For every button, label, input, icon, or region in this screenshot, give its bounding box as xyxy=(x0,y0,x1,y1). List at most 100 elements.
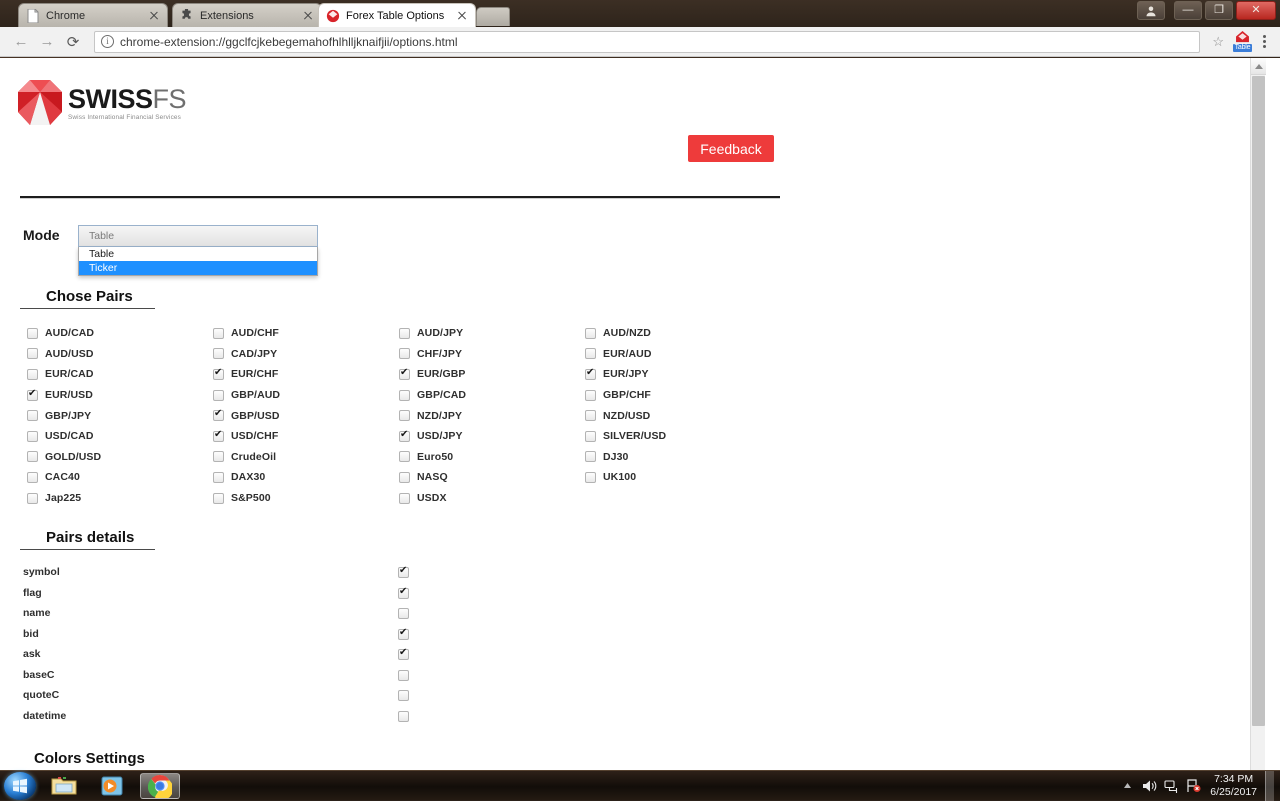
pair-item[interactable]: UK100 xyxy=(585,467,770,488)
pair-checkbox[interactable] xyxy=(213,431,224,442)
pair-checkbox[interactable] xyxy=(213,410,224,421)
pair-checkbox[interactable] xyxy=(399,390,410,401)
info-icon[interactable]: i xyxy=(101,35,114,48)
pair-checkbox[interactable] xyxy=(213,451,224,462)
minimize-icon[interactable]: — xyxy=(1174,1,1202,20)
mode-select[interactable]: Table xyxy=(78,225,318,247)
pair-item[interactable]: EUR/JPY xyxy=(585,364,770,385)
pair-checkbox[interactable] xyxy=(213,493,224,504)
pair-item[interactable]: USD/CAD xyxy=(27,426,212,447)
pair-item[interactable]: NZD/JPY xyxy=(399,405,584,426)
pair-item[interactable]: AUD/JPY xyxy=(399,323,584,344)
pair-item[interactable]: AUD/CAD xyxy=(27,323,212,344)
pair-item[interactable]: USDX xyxy=(399,488,584,509)
pair-item[interactable]: Jap225 xyxy=(27,488,212,509)
maximize-icon[interactable]: ❐ xyxy=(1205,1,1233,20)
pair-item[interactable]: DJ30 xyxy=(585,447,770,468)
pair-checkbox[interactable] xyxy=(213,390,224,401)
pair-checkbox[interactable] xyxy=(27,390,38,401)
pair-item[interactable]: GOLD/USD xyxy=(27,447,212,468)
user-profile-icon[interactable] xyxy=(1137,1,1165,20)
reload-icon[interactable]: ⟳ xyxy=(60,29,86,55)
pair-checkbox[interactable] xyxy=(399,410,410,421)
pair-item[interactable]: GBP/CHF xyxy=(585,385,770,406)
chevron-up-icon[interactable] xyxy=(1116,782,1138,789)
tab-chrome[interactable]: Chrome xyxy=(18,3,168,27)
pair-item[interactable]: GBP/AUD xyxy=(213,385,398,406)
pair-item[interactable]: GBP/CAD xyxy=(399,385,584,406)
pair-checkbox[interactable] xyxy=(585,472,596,483)
detail-checkbox[interactable] xyxy=(398,629,409,640)
tab-forex-table-options[interactable]: Forex Table Options xyxy=(318,3,476,27)
detail-checkbox[interactable] xyxy=(398,670,409,681)
address-bar[interactable]: i chrome-extension://ggclfcjkebegemahofh… xyxy=(94,31,1200,53)
back-arrow-icon[interactable]: ← xyxy=(8,29,34,55)
pair-item[interactable]: NASQ xyxy=(399,467,584,488)
windows-start-orb[interactable] xyxy=(4,772,36,800)
pair-item[interactable]: USD/JPY xyxy=(399,426,584,447)
pair-checkbox[interactable] xyxy=(399,472,410,483)
pair-checkbox[interactable] xyxy=(399,431,410,442)
three-dots-icon[interactable] xyxy=(1257,35,1272,48)
detail-checkbox[interactable] xyxy=(398,690,409,701)
mode-option-ticker[interactable]: Ticker xyxy=(79,261,317,275)
pair-item[interactable]: GBP/USD xyxy=(213,405,398,426)
pair-item[interactable]: S&P500 xyxy=(213,488,398,509)
detail-checkbox[interactable] xyxy=(398,608,409,619)
forward-arrow-icon[interactable]: → xyxy=(34,29,60,55)
pair-checkbox[interactable] xyxy=(585,328,596,339)
show-desktop-button[interactable] xyxy=(1265,771,1274,801)
tab-extensions[interactable]: Extensions xyxy=(172,3,322,27)
pair-checkbox[interactable] xyxy=(27,410,38,421)
scroll-up-button[interactable] xyxy=(1251,58,1266,75)
detail-checkbox[interactable] xyxy=(398,711,409,722)
pair-item[interactable]: AUD/NZD xyxy=(585,323,770,344)
pair-item[interactable]: NZD/USD xyxy=(585,405,770,426)
pair-checkbox[interactable] xyxy=(399,369,410,380)
speaker-icon[interactable] xyxy=(1138,779,1160,793)
pair-item[interactable]: AUD/USD xyxy=(27,344,212,365)
taskbar-clock[interactable]: 7:34 PM 6/25/2017 xyxy=(1210,773,1257,799)
pair-checkbox[interactable] xyxy=(27,431,38,442)
close-icon[interactable] xyxy=(301,9,315,23)
pair-checkbox[interactable] xyxy=(399,451,410,462)
pair-checkbox[interactable] xyxy=(399,328,410,339)
pair-checkbox[interactable] xyxy=(27,328,38,339)
detail-checkbox[interactable] xyxy=(398,649,409,660)
pair-item[interactable]: SILVER/USD xyxy=(585,426,770,447)
pair-checkbox[interactable] xyxy=(585,451,596,462)
pair-item[interactable]: GBP/JPY xyxy=(27,405,212,426)
pair-item[interactable]: DAX30 xyxy=(213,467,398,488)
pair-checkbox[interactable] xyxy=(27,472,38,483)
pair-checkbox[interactable] xyxy=(213,472,224,483)
pair-checkbox[interactable] xyxy=(27,451,38,462)
pair-checkbox[interactable] xyxy=(27,493,38,504)
taskbar-windows-media-player[interactable] xyxy=(92,773,132,799)
pair-checkbox[interactable] xyxy=(27,348,38,359)
pair-checkbox[interactable] xyxy=(27,369,38,380)
close-icon[interactable] xyxy=(455,9,469,23)
taskbar-google-chrome[interactable] xyxy=(140,773,180,799)
pair-item[interactable]: AUD/CHF xyxy=(213,323,398,344)
pair-checkbox[interactable] xyxy=(213,348,224,359)
pair-checkbox[interactable] xyxy=(585,390,596,401)
pair-checkbox[interactable] xyxy=(213,369,224,380)
pair-checkbox[interactable] xyxy=(399,348,410,359)
pair-checkbox[interactable] xyxy=(213,328,224,339)
page-scrollbar[interactable] xyxy=(1250,58,1265,770)
pair-item[interactable]: EUR/USD xyxy=(27,385,212,406)
pair-item[interactable]: CAC40 xyxy=(27,467,212,488)
pair-item[interactable]: EUR/CHF xyxy=(213,364,398,385)
close-icon[interactable] xyxy=(147,9,161,23)
pair-item[interactable]: EUR/AUD xyxy=(585,344,770,365)
star-icon[interactable]: ☆ xyxy=(1208,34,1228,50)
pair-item[interactable]: Euro50 xyxy=(399,447,584,468)
new-tab-button[interactable] xyxy=(476,7,510,26)
pair-item[interactable]: CHF/JPY xyxy=(399,344,584,365)
pair-checkbox[interactable] xyxy=(585,369,596,380)
mode-option-table[interactable]: Table xyxy=(79,247,317,261)
network-icon[interactable] xyxy=(1160,779,1182,793)
feedback-button[interactable]: Feedback xyxy=(688,135,774,162)
pair-item[interactable]: USD/CHF xyxy=(213,426,398,447)
detail-checkbox[interactable] xyxy=(398,567,409,578)
